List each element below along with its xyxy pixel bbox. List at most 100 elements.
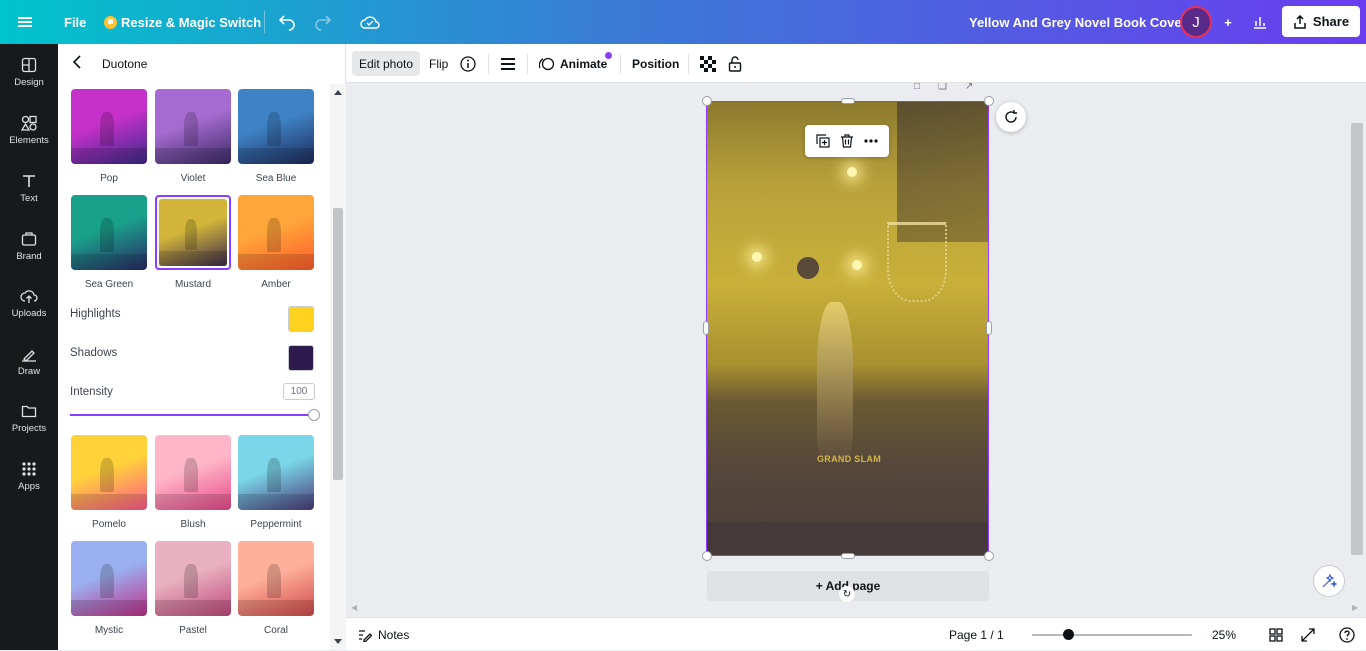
preset-sea-blue[interactable]: [238, 89, 314, 164]
intensity-slider-handle[interactable]: [308, 409, 320, 421]
avatar[interactable]: J: [1180, 6, 1212, 38]
duplicate-icon[interactable]: [816, 134, 830, 148]
canvas-area[interactable]: □ ❏ ↗ GRAND SLAM + Add page ↻ ◀ ▶: [346, 83, 1366, 617]
undo-icon[interactable]: [278, 0, 296, 44]
scrollbar-thumb[interactable]: [333, 208, 343, 480]
preset-amber[interactable]: [238, 195, 314, 270]
position-button[interactable]: Position: [632, 44, 679, 83]
divider: [527, 54, 528, 74]
divider: [264, 11, 265, 33]
resize-handle-bl[interactable]: [702, 551, 712, 561]
preset-pop[interactable]: [71, 89, 147, 164]
notes-button[interactable]: Notes: [358, 618, 409, 651]
document-title[interactable]: Yellow And Grey Novel Book Cover: [969, 0, 1187, 44]
rail-item-elements[interactable]: Elements: [0, 104, 58, 156]
zoom-slider-track[interactable]: [1032, 634, 1192, 636]
preset-violet[interactable]: [155, 89, 231, 164]
panel-header: Duotone: [58, 44, 346, 84]
share-button[interactable]: Share: [1282, 6, 1360, 37]
rail-item-text[interactable]: Text: [0, 162, 58, 214]
preset-blush[interactable]: [155, 435, 231, 510]
resize-handle-right[interactable]: [986, 321, 992, 335]
rail-item-projects[interactable]: Projects: [0, 392, 58, 444]
preset-peppermint[interactable]: [238, 435, 314, 510]
intensity-slider-track[interactable]: [70, 414, 315, 416]
scroll-right-icon[interactable]: ▶: [1352, 603, 1358, 612]
basketball: [797, 257, 819, 279]
zoom-level[interactable]: 25%: [1212, 618, 1236, 651]
rail-item-design[interactable]: Design: [0, 46, 58, 98]
zoom-slider-handle[interactable]: [1063, 629, 1074, 640]
page-mini-toolbar: □ ❏ ↗: [914, 83, 973, 92]
intensity-input[interactable]: 100: [283, 383, 315, 400]
info-icon[interactable]: [460, 44, 476, 83]
duotone-panel: Duotone Pop Violet Sea Blue Sea Green Mu…: [58, 44, 346, 650]
scroll-left-icon[interactable]: ◀: [351, 603, 357, 612]
edit-photo-button[interactable]: Edit photo: [352, 51, 421, 76]
redo-icon[interactable]: [314, 0, 332, 44]
panel-scroll-area[interactable]: Pop Violet Sea Blue Sea Green Mustard Am…: [58, 84, 330, 650]
resize-handle-tr[interactable]: [984, 96, 994, 106]
scroll-up-icon[interactable]: [334, 90, 342, 95]
preset-swatch: [71, 195, 147, 270]
magic-assistant-icon[interactable]: [1313, 565, 1345, 597]
divider: [488, 54, 489, 74]
preset-swatch: [238, 541, 314, 616]
rail-label: Draw: [17, 366, 41, 377]
scroll-down-icon[interactable]: [334, 639, 342, 644]
menu-icon[interactable]: [18, 0, 38, 44]
resize-magic-switch-button[interactable]: Resize & Magic Switch: [104, 0, 261, 44]
insights-icon[interactable]: [1248, 0, 1272, 44]
preset-pomelo[interactable]: [71, 435, 147, 510]
help-icon[interactable]: [1339, 618, 1355, 651]
transparency-icon[interactable]: [700, 44, 716, 83]
panel-scrollbar[interactable]: [330, 84, 346, 650]
preset-swatch: [238, 195, 314, 270]
trash-icon[interactable]: [840, 134, 854, 148]
regenerate-icon[interactable]: [996, 102, 1026, 132]
preset-mustard[interactable]: [155, 195, 231, 270]
fullscreen-icon[interactable]: [1301, 618, 1315, 651]
resize-handle-left[interactable]: [703, 321, 709, 335]
preset-label: Pastel: [179, 625, 207, 636]
animate-label: Animate: [560, 56, 608, 71]
lock-icon[interactable]: [728, 44, 742, 83]
border-style-icon[interactable]: [500, 44, 516, 83]
file-menu-button[interactable]: File: [64, 0, 86, 44]
lock-page-icon[interactable]: □: [914, 83, 920, 92]
resize-handle-br[interactable]: [984, 551, 994, 561]
resize-handle-top[interactable]: [841, 98, 855, 104]
uploads-icon: [20, 287, 38, 305]
preset-sea-green[interactable]: [71, 195, 147, 270]
crown-icon: [104, 15, 117, 29]
canvas-scrollbar[interactable]: [1351, 123, 1363, 555]
highlights-color-swatch[interactable]: [288, 306, 314, 332]
page-indicator[interactable]: Page 1 / 1: [949, 618, 1004, 651]
preset-coral[interactable]: [238, 541, 314, 616]
resize-handle-bottom[interactable]: [841, 553, 855, 559]
more-options-icon[interactable]: [864, 139, 878, 143]
rail-item-brand[interactable]: Brand: [0, 220, 58, 272]
shadows-color-swatch[interactable]: [288, 345, 314, 371]
grid-view-icon[interactable]: [1269, 618, 1283, 651]
preset-mystic[interactable]: [71, 541, 147, 616]
preset-label: Mustard: [174, 279, 212, 290]
preset-pastel[interactable]: [155, 541, 231, 616]
back-arrow-icon[interactable]: [72, 55, 88, 73]
resize-label: Resize & Magic Switch: [121, 14, 262, 30]
preset-label: Sea Blue: [255, 173, 297, 184]
add-collaborator-icon[interactable]: +: [1214, 0, 1242, 44]
resize-handle-tl[interactable]: [702, 96, 712, 106]
cloud-save-icon[interactable]: [360, 0, 380, 44]
flip-button[interactable]: Flip: [429, 44, 448, 83]
rotate-icon[interactable]: ↻: [839, 586, 855, 602]
preset-label: Blush: [180, 519, 206, 530]
rail-item-apps[interactable]: Apps: [0, 450, 58, 502]
bottom-bar: Notes Page 1 / 1 25%: [346, 617, 1366, 650]
animate-button[interactable]: Animate: [539, 44, 607, 83]
add-page-icon[interactable]: ↗: [965, 83, 973, 92]
design-page[interactable]: GRAND SLAM: [706, 101, 989, 556]
rail-item-uploads[interactable]: Uploads: [0, 277, 58, 329]
rail-item-draw[interactable]: Draw: [0, 335, 58, 387]
duplicate-page-icon[interactable]: ❏: [938, 83, 947, 92]
